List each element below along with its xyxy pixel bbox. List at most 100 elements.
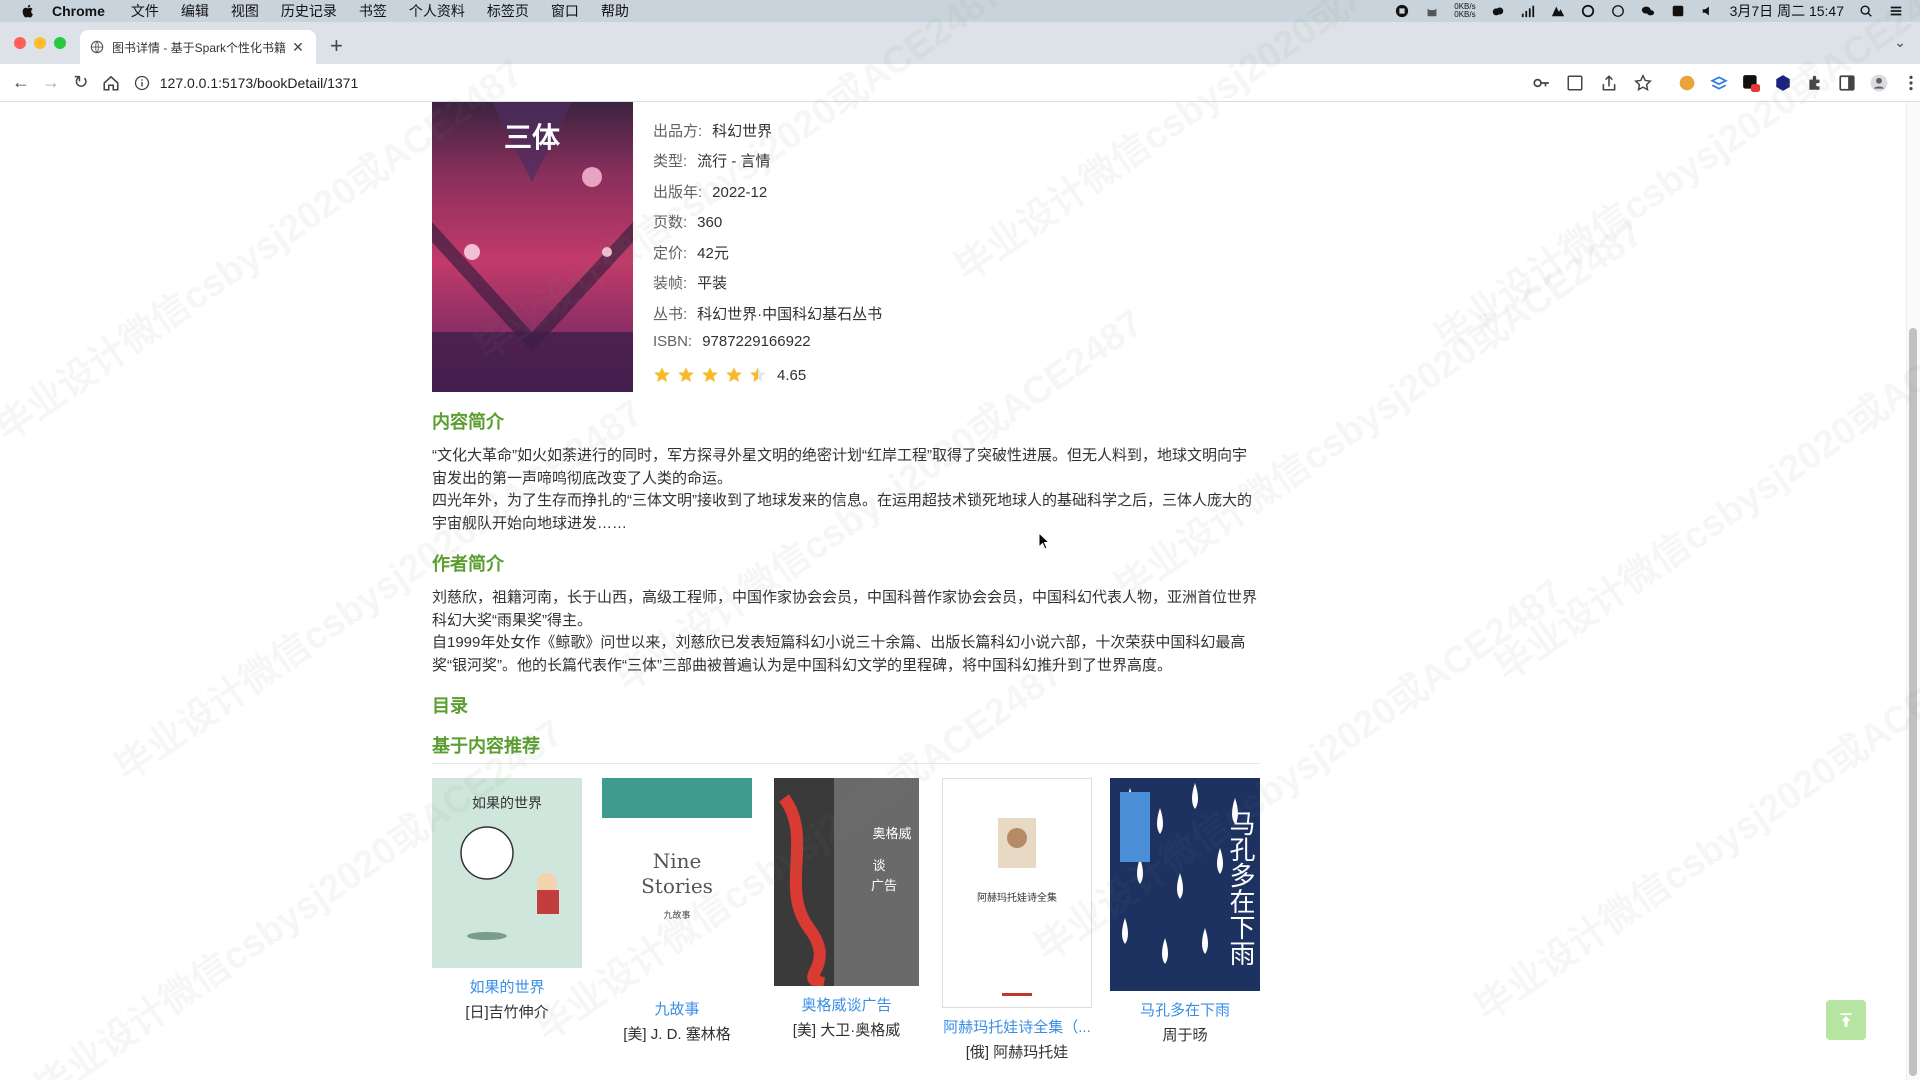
rec-cover-3-line2: 谈 xyxy=(872,859,885,874)
site-info-icon[interactable] xyxy=(134,75,150,91)
info-key: 定价: xyxy=(653,245,688,262)
star-icon xyxy=(702,367,718,382)
rec-author-1: [日]吉竹伸介 xyxy=(465,1004,549,1021)
rec-cover-3-line3: 广告 xyxy=(871,879,897,894)
page-viewport: 三体 出品方: 科幻世界 类型: 流行 - 言情 出版年: 2022-12 页数: 36… xyxy=(0,102,1920,1080)
info-value: 平装 xyxy=(697,275,728,292)
rec-cover-2[interactable]: Nine Stories 九故事 xyxy=(602,778,752,990)
extensions-puzzle-icon[interactable] xyxy=(1806,74,1824,92)
info-key: 丛书: xyxy=(653,306,688,323)
extension-cookie-icon[interactable] xyxy=(1678,74,1696,92)
input-method-icon[interactable] xyxy=(1670,4,1686,18)
globe-icon xyxy=(90,40,104,54)
menubar-tray: 0KB/s 0KB/s 3月7日 周二 15:47 xyxy=(1394,0,1904,22)
menu-bookmarks[interactable]: 书签 xyxy=(359,1,387,21)
control-center-icon[interactable] xyxy=(1888,4,1904,18)
info-value: 流行 - 言情 xyxy=(697,153,771,170)
menu-history[interactable]: 历史记录 xyxy=(281,1,337,21)
info-key: 出品方: xyxy=(653,123,703,140)
rec-cover-1[interactable]: 如果的世界 xyxy=(432,778,582,968)
net-down: 0KB/s xyxy=(1454,10,1476,19)
clock[interactable]: 3月7日 周二 15:47 xyxy=(1730,1,1844,21)
record-icon[interactable] xyxy=(1394,4,1410,18)
tab-search-chevron-icon[interactable]: ⌄ xyxy=(1894,34,1906,51)
forward-button[interactable]: → xyxy=(36,67,66,99)
summary-heading: 内容简介 xyxy=(432,412,504,432)
menu-profiles[interactable]: 个人资料 xyxy=(409,1,465,21)
rec-cover-4-title: 阿赫玛托娃诗全集 xyxy=(977,891,1057,904)
cloud-icon[interactable] xyxy=(1490,4,1506,18)
network-speed: 0KB/s 0KB/s xyxy=(1454,3,1475,19)
macos-menubar: Chrome 文件 编辑 视图 历史记录 书签 个人资料 标签页 窗口 帮助 0… xyxy=(0,0,1920,22)
rec-cover-4[interactable]: 阿赫玛托娃诗全集 xyxy=(942,778,1092,1008)
reload-button[interactable]: ↻ xyxy=(66,67,96,99)
rec-book-2[interactable]: Nine Stories 九故事 九故事 [美] J. D. 塞林格 xyxy=(602,778,752,1044)
rec-cover-5[interactable]: 马孔多在下雨 xyxy=(1110,778,1260,991)
tab-strip: 图书详情 - 基于Spark个性化书籍 ✕ + ⌄ xyxy=(0,22,1920,64)
info-key: ISBN: xyxy=(653,333,693,350)
extension-layers-icon[interactable] xyxy=(1710,74,1728,92)
url-text[interactable]: 127.0.0.1:5173/bookDetail/1371 xyxy=(160,75,359,91)
search-icon[interactable] xyxy=(1858,4,1874,18)
page-scrollbar[interactable] xyxy=(1906,102,1920,1080)
extension-badge-icon[interactable] xyxy=(1742,74,1760,92)
address-bar[interactable]: 127.0.0.1:5173/bookDetail/1371 xyxy=(134,68,1668,98)
volume-icon[interactable] xyxy=(1700,4,1716,18)
window-maximize-button[interactable] xyxy=(54,37,66,49)
rating-value: 4.65 xyxy=(777,366,807,384)
rec-title-3[interactable]: 奥格威谈广告 xyxy=(774,994,919,1015)
rec-cover-2-line3: 九故事 xyxy=(663,909,690,921)
menu-edit[interactable]: 编辑 xyxy=(181,1,209,21)
profile-avatar-icon[interactable] xyxy=(1870,74,1888,92)
browser-toolbar: ← → ↻ 127.0.0.1:5173/bookDetail/1371 xyxy=(0,64,1920,102)
rec-title-2[interactable]: 九故事 xyxy=(602,998,752,1019)
key-icon[interactable] xyxy=(1532,74,1550,92)
side-panel-icon[interactable] xyxy=(1838,74,1856,92)
rec-title-4[interactable]: 阿赫玛托娃诗全集（... xyxy=(941,1016,1093,1037)
rec-title-5[interactable]: 马孔多在下雨 xyxy=(1110,999,1260,1020)
signal-icon[interactable] xyxy=(1520,4,1536,18)
menu-app-name[interactable]: Chrome xyxy=(52,3,105,19)
info-row-pubyear: 出版年: 2022-12 xyxy=(653,181,767,202)
bookmark-star-icon[interactable] xyxy=(1634,73,1652,92)
share-icon[interactable] xyxy=(1600,74,1618,92)
info-value: 360 xyxy=(697,214,723,231)
wechat-icon[interactable] xyxy=(1640,4,1656,18)
window-close-button[interactable] xyxy=(14,37,26,49)
new-tab-button[interactable]: + xyxy=(330,35,343,57)
menu-tabs[interactable]: 标签页 xyxy=(487,1,529,21)
menu-help[interactable]: 帮助 xyxy=(601,1,629,21)
rec-cover-3[interactable]: 奥格威 谈 广告 xyxy=(774,778,919,986)
menu-view[interactable]: 视图 xyxy=(231,1,259,21)
menu-window[interactable]: 窗口 xyxy=(551,1,579,21)
extension-hexagon-icon[interactable] xyxy=(1774,74,1792,92)
info-key: 类型: xyxy=(653,153,688,170)
home-button[interactable] xyxy=(96,67,126,99)
back-to-top-button[interactable] xyxy=(1826,1000,1866,1040)
info-row-price: 定价: 42元 xyxy=(653,242,729,263)
info-key: 出版年: xyxy=(653,184,703,201)
tab-close-icon[interactable]: ✕ xyxy=(290,39,306,56)
rec-title-1[interactable]: 如果的世界 xyxy=(432,976,582,997)
rec-book-3[interactable]: 奥格威 谈 广告 奥格威谈广告 [美] 大卫·奥格威 xyxy=(774,778,919,1040)
menu-file[interactable]: 文件 xyxy=(131,1,159,21)
cube-icon[interactable] xyxy=(1580,4,1596,18)
info-row-genre: 类型: 流行 - 言情 xyxy=(653,150,771,171)
recommendation-heading: 基于内容推荐 xyxy=(432,736,540,756)
back-button[interactable]: ← xyxy=(6,67,36,99)
window-minimize-button[interactable] xyxy=(34,37,46,49)
browser-tab-active[interactable]: 图书详情 - 基于Spark个性化书籍 ✕ xyxy=(80,30,316,64)
apple-icon[interactable] xyxy=(20,3,36,19)
rec-book-5[interactable]: 马孔多在下雨 马孔多在下雨 周于旸 xyxy=(1110,778,1260,1045)
mountain-icon[interactable] xyxy=(1550,4,1566,18)
summary-paragraph-2: 四光年外，为了生存而挣扎的“三体文明”接收到了地球发来的信息。在运用超技术锁死地… xyxy=(432,492,1252,532)
scrollbar-thumb[interactable] xyxy=(1909,328,1917,1076)
summary-paragraph-1: “文化大革命”如火如荼进行的同时，军方探寻外星文明的绝密计划“红岸工程”取得了突… xyxy=(432,447,1247,487)
chat-bubble-icon[interactable] xyxy=(1610,4,1626,18)
cat-icon[interactable] xyxy=(1424,4,1440,18)
rec-book-4[interactable]: 阿赫玛托娃诗全集 阿赫玛托娃诗全集（... [俄] 阿赫玛托娃 xyxy=(941,778,1093,1062)
chrome-menu-icon[interactable] xyxy=(1902,74,1920,92)
toc-heading: 目录 xyxy=(432,696,468,716)
rec-book-1[interactable]: 如果的世界 如果的世界 [日]吉竹伸介 xyxy=(432,778,582,1022)
translate-icon[interactable] xyxy=(1566,74,1584,92)
